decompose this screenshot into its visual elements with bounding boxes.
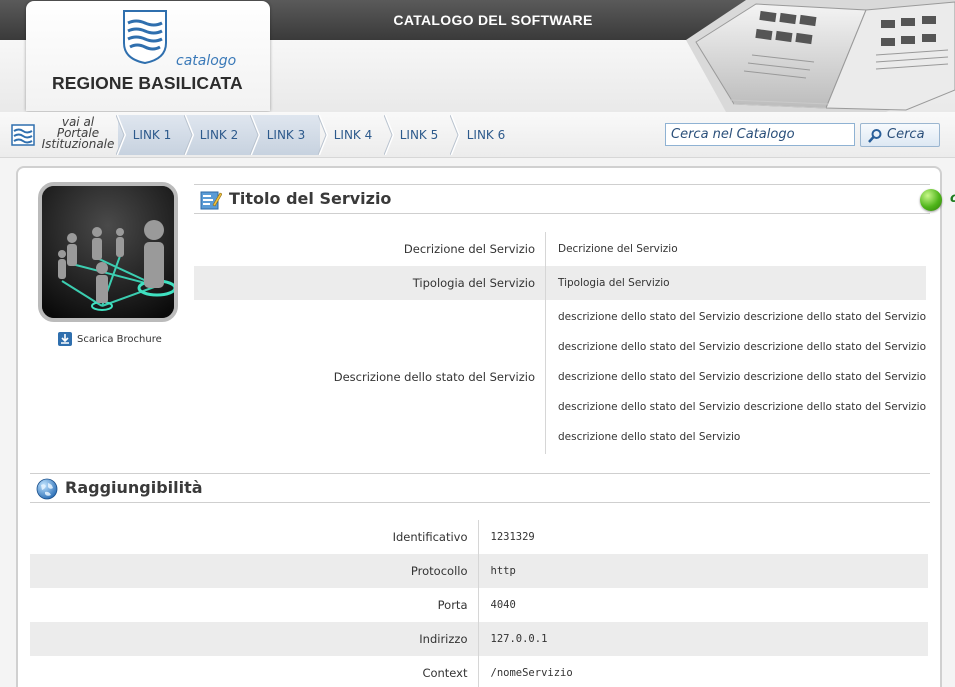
table-row: Tipologia del Servizio Tipologia del Ser… — [194, 266, 926, 300]
status-description-line: descrizione dello stato del Servizio des… — [557, 371, 926, 383]
nav-link-5[interactable]: LINK 5 — [386, 115, 452, 155]
service-image — [38, 182, 178, 322]
search-input[interactable] — [665, 123, 855, 146]
status-description-line: descrizione dello stato del Servizio des… — [557, 311, 926, 323]
reachability-title: Raggiungibilità — [65, 478, 203, 497]
download-brochure-label: Scarica Brochure — [77, 334, 162, 345]
nav-link-1[interactable]: LINK 1 — [118, 115, 186, 155]
region-flag-icon — [11, 124, 35, 146]
service-title-header: Titolo del Servizio online — [194, 184, 955, 214]
row-key: Indirizzo — [30, 622, 479, 656]
row-value: 127.0.0.1 — [478, 622, 928, 656]
logo-card[interactable]: catalogo REGIONE BASILICATA — [26, 1, 270, 111]
service-title: Titolo del Servizio — [229, 189, 392, 208]
table-row: Descrizione dello stato del Servizio des… — [194, 300, 926, 454]
service-form-icon — [200, 191, 222, 210]
status-description-line: descrizione dello stato del Servizio des… — [557, 401, 926, 413]
row-key: Descrizione dello stato del Servizio — [194, 300, 546, 454]
row-value: Decrizione del Servizio — [557, 243, 678, 255]
status-label: online — [950, 191, 955, 206]
row-value: 1231329 — [490, 531, 535, 543]
nav-link-4[interactable]: LINK 4 — [320, 115, 386, 155]
logo-subtitle: catalogo — [176, 53, 237, 69]
portal-link[interactable]: vai al Portale Istituzionale — [8, 116, 118, 154]
service-details-table: Decrizione del Servizio Decrizione del S… — [194, 232, 926, 454]
status-description-line: descrizione dello stato del Servizio des… — [557, 341, 926, 353]
nav-separator — [184, 115, 194, 155]
nav-separator — [450, 115, 460, 155]
row-value: 4040 — [490, 599, 516, 611]
service-panel: Scarica Brochure Titolo del Servizio onl… — [16, 166, 955, 687]
reachability-header: Raggiungibilità — [30, 473, 930, 503]
row-value: descrizione dello stato del Servizio des… — [545, 300, 926, 454]
row-key: Identificativo — [30, 520, 479, 554]
row-key: Protocollo — [30, 554, 479, 588]
nav-separator — [384, 115, 394, 155]
network-people-illustration — [42, 186, 174, 318]
table-row: Identificativo 1231329 — [30, 520, 928, 554]
catalog-book-illustration — [686, 0, 955, 112]
row-value: http — [478, 554, 928, 588]
table-row: Decrizione del Servizio Decrizione del S… — [194, 232, 926, 266]
globe-icon — [36, 478, 58, 500]
search-button[interactable]: Cerca — [860, 123, 940, 147]
table-row: Context /nomeServizio — [30, 656, 928, 687]
nav-separator — [318, 115, 328, 155]
portal-text-line: Istituzionale — [41, 137, 115, 151]
reachability-table: Identificativo 1231329 Protocollo http P… — [30, 520, 928, 687]
nav-link-3[interactable]: LINK 3 — [252, 115, 320, 155]
status-online-icon — [920, 189, 942, 211]
logo-title: REGIONE BASILICATA — [52, 73, 243, 93]
row-value: Tipologia del Servizio — [545, 266, 926, 300]
table-row: Indirizzo 127.0.0.1 — [30, 622, 928, 656]
row-key: Context — [30, 656, 479, 687]
nav-bar: vai al Portale Istituzionale LINK 1 LINK… — [0, 112, 955, 158]
table-row: Porta 4040 — [30, 588, 928, 622]
row-key: Tipologia del Servizio — [194, 266, 546, 300]
row-key: Porta — [30, 588, 479, 622]
table-row: Protocollo http — [30, 554, 928, 588]
row-key: Decrizione del Servizio — [194, 232, 546, 266]
download-icon — [58, 332, 72, 346]
row-value: /nomeServizio — [490, 667, 573, 679]
nav-link-6[interactable]: LINK 6 — [452, 115, 520, 155]
nav-separator — [250, 115, 260, 155]
nav-separator — [116, 115, 126, 155]
search-button-label: Cerca — [887, 127, 925, 142]
search-icon — [868, 129, 882, 143]
nav-link-2[interactable]: LINK 2 — [186, 115, 252, 155]
status-description-line: descrizione dello stato del Servizio — [557, 431, 741, 443]
app-title: CATALOGO DEL SOFTWARE — [393, 12, 593, 28]
region-emblem-icon — [123, 10, 167, 65]
portal-link-label: vai al Portale Istituzionale — [38, 116, 118, 151]
